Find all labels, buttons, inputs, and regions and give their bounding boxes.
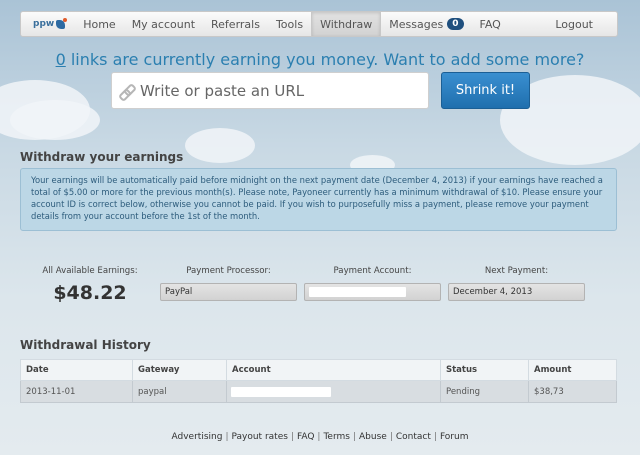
nav-logout[interactable]: Logout [531,12,617,36]
top-navbar: ppw Home My account Referrals Tools With… [20,11,618,37]
nav-faq[interactable]: FAQ [472,12,509,36]
footer-abuse[interactable]: Abuse [359,432,387,442]
footer-terms[interactable]: Terms [323,432,350,442]
logo[interactable]: ppw [21,12,75,36]
cloud-decoration [185,128,255,163]
redacted-account [231,387,331,397]
nav-messages[interactable]: Messages 0 [381,12,471,36]
payment-account-label: Payment Account: [333,266,412,276]
payment-notice: Your earnings will be automatically paid… [20,168,617,231]
links-count-link[interactable]: 0 [56,50,66,69]
column-amount: Amount [528,359,617,381]
column-date: Date [20,359,133,381]
footer-links: Advertising | Payout rates | FAQ | Terms | Abuse… [171,432,469,442]
nav-messages-label: Messages [389,17,444,31]
withdrawal-history-table: Date Gateway Account Status Amount 2013-… [20,359,617,403]
footer-forum[interactable]: Forum [440,432,469,442]
link-icon [120,84,134,98]
redacted-account [309,287,406,297]
footer-contact[interactable]: Contact [396,432,431,442]
nav-withdraw[interactable]: Withdraw [311,12,382,36]
row-account [226,380,441,403]
row-gateway: paypal [132,380,227,403]
logo-text: ppw [33,19,55,29]
messages-count-badge: 0 [447,18,464,30]
column-account: Account [226,359,441,381]
url-input[interactable]: Write or paste an URL [111,72,429,109]
footer-payout-rates[interactable]: Payout rates [231,432,287,442]
withdrawal-history-title: Withdrawal History [20,338,151,352]
headline-text: links are currently earning you money. W… [65,50,585,69]
available-earnings-value: $48.22 [53,282,127,304]
row-date: 2013-11-01 [20,380,133,403]
nav-referrals[interactable]: Referrals [203,12,268,36]
url-input-placeholder: Write or paste an URL [140,81,305,100]
next-payment-field: December 4, 2013 [448,283,585,301]
table-header-row: Date Gateway Account Status Amount [20,359,617,381]
nav-home[interactable]: Home [75,12,123,36]
earning-links-headline: 0 links are currently earning you money.… [0,50,640,69]
payment-account-field[interactable] [304,283,441,301]
row-amount: $38,73 [528,380,617,403]
column-status: Status [440,359,529,381]
next-payment-label: Next Payment: [484,266,549,276]
footer-faq[interactable]: FAQ [297,432,314,442]
shrink-button[interactable]: Shrink it! [441,72,530,109]
payment-processor-label: Payment Processor: [186,266,271,276]
cloud-decoration [10,100,100,140]
table-row: 2013-11-01 paypal Pending $38,73 [20,380,617,403]
logo-icon [56,17,68,29]
footer-advertising[interactable]: Advertising [172,432,223,442]
column-gateway: Gateway [132,359,227,381]
nav-my-account[interactable]: My account [124,12,203,36]
row-status: Pending [440,380,529,403]
nav-tools[interactable]: Tools [268,12,311,36]
available-earnings-label: All Available Earnings: [42,266,138,276]
payment-processor-field[interactable]: PayPal [160,283,297,301]
withdraw-section-title: Withdraw your earnings [20,150,184,164]
